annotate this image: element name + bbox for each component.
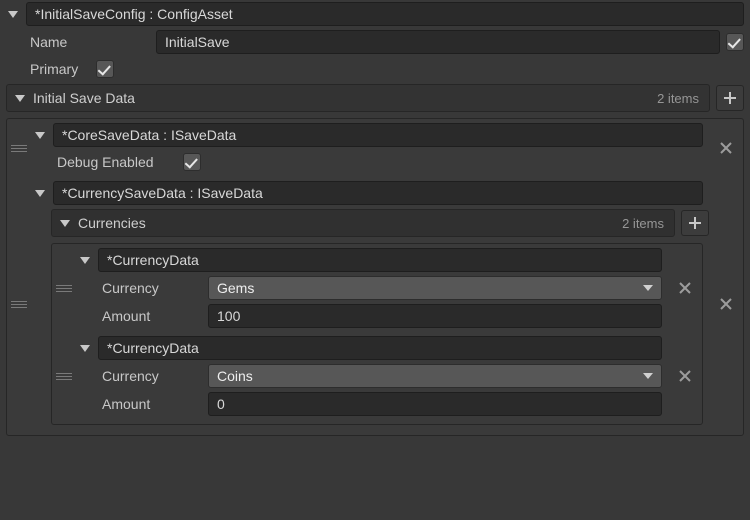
currencies-count: 2 items — [622, 216, 668, 231]
currency-dropdown[interactable]: Coins — [208, 364, 662, 388]
currency-value: Gems — [217, 280, 254, 296]
initial-save-data-panel: Debug Enabled — [6, 118, 744, 436]
foldout-icon[interactable] — [13, 93, 27, 103]
currency-dropdown[interactable]: Gems — [208, 276, 662, 300]
drag-handle[interactable] — [54, 373, 74, 380]
list-item: Currency Gems Amount — [52, 244, 702, 332]
asset-title-field[interactable] — [26, 2, 744, 26]
initial-save-data-header[interactable]: Initial Save Data 2 items — [6, 84, 710, 112]
remove-item-button[interactable] — [674, 281, 696, 295]
triangle-down-icon — [15, 93, 25, 103]
item-foldout[interactable] — [78, 343, 92, 353]
currency-data-title[interactable] — [98, 336, 662, 360]
list-item: Currencies 2 items — [7, 177, 743, 431]
debug-enabled-label: Debug Enabled — [57, 154, 177, 170]
initial-save-data-title: Initial Save Data — [33, 90, 651, 106]
currencies-title: Currencies — [78, 215, 616, 231]
close-icon — [678, 369, 692, 383]
asset-foldout[interactable] — [6, 9, 20, 19]
foldout-icon[interactable] — [58, 218, 72, 228]
debug-enabled-checkbox[interactable] — [183, 153, 201, 171]
amount-field[interactable] — [208, 392, 662, 416]
primary-checkbox[interactable] — [96, 60, 114, 78]
item-foldout[interactable] — [33, 130, 47, 140]
chevron-down-icon — [643, 285, 653, 291]
inspector-root: Name Primary Initial Save Data 2 items — [0, 0, 750, 436]
drag-handle[interactable] — [9, 301, 29, 308]
triangle-down-icon — [35, 130, 45, 140]
amount-field[interactable] — [208, 304, 662, 328]
add-currency-button[interactable] — [681, 210, 709, 236]
currency-data-title[interactable] — [98, 248, 662, 272]
currency-value: Coins — [217, 368, 253, 384]
drag-handle[interactable] — [54, 285, 74, 292]
item-foldout[interactable] — [33, 188, 47, 198]
list-item: Debug Enabled — [7, 119, 743, 177]
remove-item-button[interactable] — [715, 297, 737, 311]
triangle-down-icon — [80, 255, 90, 265]
close-icon — [678, 281, 692, 295]
triangle-down-icon — [35, 188, 45, 198]
currency-label: Currency — [102, 280, 202, 296]
name-field[interactable] — [156, 30, 720, 54]
plus-icon — [723, 91, 737, 105]
plus-icon — [688, 216, 702, 230]
close-icon — [719, 297, 733, 311]
primary-row: Primary — [0, 56, 750, 82]
primary-label: Primary — [30, 61, 90, 77]
core-save-data-title[interactable] — [53, 123, 703, 147]
name-row: Name — [0, 28, 750, 56]
name-label: Name — [30, 34, 150, 50]
list-item: Currency Coins Amount — [52, 332, 702, 420]
chevron-down-icon — [643, 373, 653, 379]
initial-save-data-count: 2 items — [657, 91, 703, 106]
drag-handle[interactable] — [9, 145, 29, 152]
name-toggle[interactable] — [726, 33, 744, 51]
triangle-down-icon — [8, 9, 18, 19]
asset-header-row — [0, 0, 750, 28]
currencies-panel: Currency Gems Amount — [51, 243, 703, 425]
amount-label: Amount — [102, 396, 202, 412]
currency-label: Currency — [102, 368, 202, 384]
triangle-down-icon — [60, 218, 70, 228]
remove-item-button[interactable] — [715, 141, 737, 155]
close-icon — [719, 141, 733, 155]
amount-label: Amount — [102, 308, 202, 324]
triangle-down-icon — [80, 343, 90, 353]
item-foldout[interactable] — [78, 255, 92, 265]
remove-item-button[interactable] — [674, 369, 696, 383]
currencies-header[interactable]: Currencies 2 items — [51, 209, 675, 237]
add-save-data-button[interactable] — [716, 85, 744, 111]
currency-save-data-title[interactable] — [53, 181, 703, 205]
